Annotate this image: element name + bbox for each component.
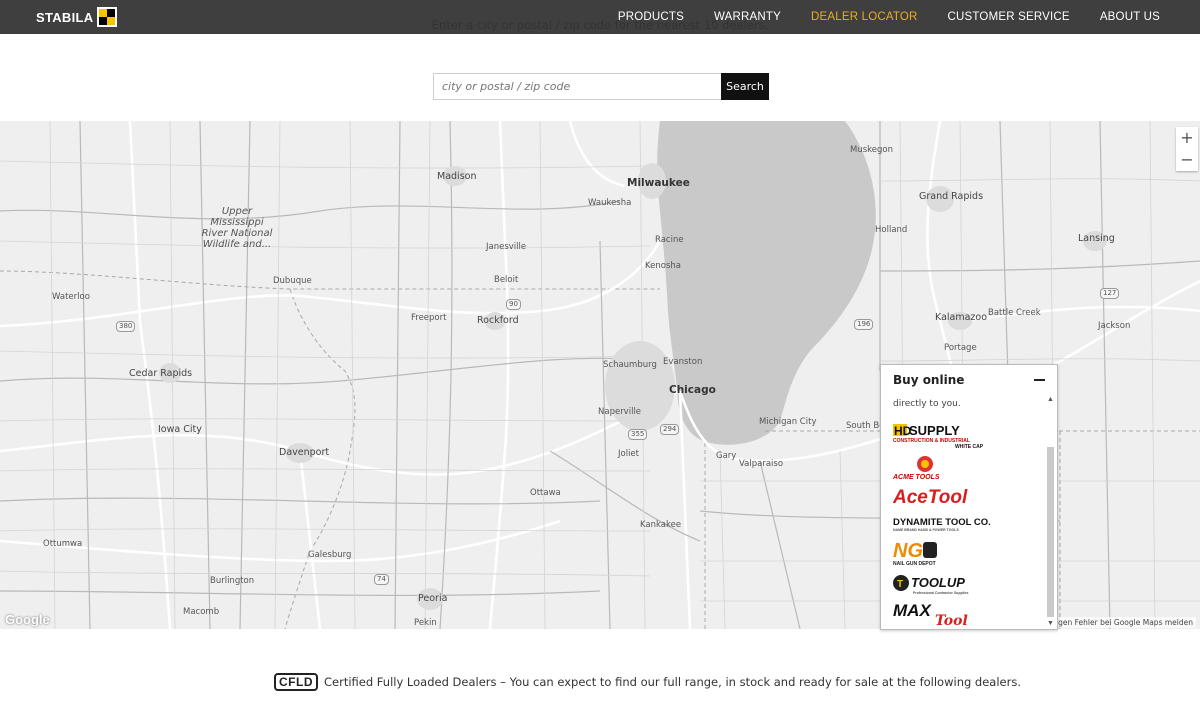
buy-online-panel: Buy online directly to you. HD SUPPLY CO… (880, 364, 1058, 630)
map-label-galesburg: Galesburg (308, 550, 352, 560)
lake-michigan (657, 121, 876, 445)
map-label-madison: Madison (437, 171, 477, 182)
map-label-macomb: Macomb (183, 607, 220, 617)
map-label-burlington: Burlington (210, 576, 255, 586)
map-label-schaumburg: Schaumburg (603, 360, 657, 370)
map-label-pekin: Pekin (414, 618, 437, 628)
map-zoom-control: + − (1176, 127, 1198, 171)
map-label-iowa-city: Iowa City (158, 424, 202, 435)
search-form: Search (433, 73, 769, 100)
nail-gun-depot-logo-icon: NG NAIL GUN DEPOT (893, 540, 937, 567)
svg-text:T: T (897, 579, 903, 590)
route-shield: 294 (660, 424, 680, 435)
map-label-kenosha: Kenosha (645, 261, 681, 271)
svg-text:WHITE CAP: WHITE CAP (955, 444, 984, 449)
shop-logo-acme-tools[interactable]: ACME TOOLS (892, 455, 963, 486)
map-label-ottawa: Ottawa (530, 488, 561, 498)
svg-text:TOOLUP: TOOLUP (911, 575, 965, 590)
acetool-logo-icon: AceTool (892, 487, 968, 508)
route-shield: 90 (506, 299, 521, 310)
map-label-valparaiso: Valparaiso (739, 459, 784, 469)
shop-logo-max-tool[interactable]: MAX Tool (893, 599, 997, 629)
map-label-holland: Holland (875, 225, 908, 235)
map-label-chicago: Chicago (669, 384, 716, 396)
minimize-icon[interactable] (1034, 379, 1045, 381)
buy-online-title: Buy online (893, 373, 965, 387)
map-label-waterloo: Waterloo (52, 292, 90, 302)
location-search-input[interactable] (433, 73, 721, 100)
route-shield: 196 (854, 319, 874, 330)
shop-logo-dynamite-tool[interactable]: DYNAMITE TOOL CO. NAME BRAND HAND & POWE… (893, 515, 993, 538)
zoom-out-button[interactable]: − (1176, 149, 1198, 171)
map-label-wildlife-refuge: Upper Mississippi River National Wildlif… (201, 206, 273, 250)
cfld-logo-icon: CFLD (274, 673, 318, 691)
page: STABILA PRODUCTS WARRANTY DEALER LOCATOR… (0, 0, 1200, 716)
map-label-naperville: Naperville (598, 407, 642, 417)
map-label-kalamazoo: Kalamazoo (935, 312, 988, 323)
scroll-thumb[interactable] (1047, 447, 1054, 617)
map-label-lansing: Lansing (1078, 233, 1115, 244)
zoom-in-button[interactable]: + (1176, 127, 1198, 149)
buy-online-text: directly to you. (893, 399, 961, 409)
svg-text:Tool: Tool (935, 613, 968, 629)
shop-logo-acetool[interactable]: AceTool (892, 485, 983, 514)
map-label-peoria: Peoria (418, 593, 448, 604)
map-label-joliet: Joliet (618, 449, 639, 459)
toolup-logo-icon: T TOOLUP Professional Contractor Supplie… (893, 575, 968, 595)
svg-text:NG: NG (893, 540, 923, 562)
map-label-davenport: Davenport (279, 447, 330, 458)
map-label-portage: Portage (944, 343, 977, 353)
svg-text:SUPPLY: SUPPLY (909, 423, 960, 438)
cfld-description: Certified Fully Loaded Dealers – You can… (324, 675, 1022, 689)
scroll-up-icon[interactable]: ▲ (1047, 395, 1054, 405)
buy-online-list[interactable]: directly to you. HD SUPPLY CONSTRUCTION … (881, 393, 1057, 629)
dynamite-tool-logo-icon: DYNAMITE TOOL CO. NAME BRAND HAND & POWE… (893, 517, 991, 532)
map-label-cedar-rapids: Cedar Rapids (129, 368, 193, 379)
buy-online-scrollbar[interactable]: ▲ ▼ (1047, 395, 1054, 627)
svg-text:AceTool: AceTool (893, 487, 968, 508)
map-label-racine: Racine (655, 235, 684, 245)
shop-logo-toolup[interactable]: T TOOLUP Professional Contractor Supplie… (893, 573, 973, 600)
route-shield: 355 (628, 429, 648, 440)
map-label-beloit: Beloit (494, 275, 519, 285)
search-intro-text: Enter a city or postal / zip code for th… (431, 18, 769, 32)
map-label-waukesha: Waukesha (588, 198, 632, 208)
search-button[interactable]: Search (721, 73, 769, 100)
map-label-evanston: Evanston (663, 357, 703, 367)
map-label-milwaukee: Milwaukee (627, 177, 690, 189)
map-label-jackson: Jackson (1098, 321, 1131, 331)
shop-logo-hd-supply[interactable]: HD SUPPLY CONSTRUCTION & INDUSTRIAL WHIT… (893, 423, 989, 454)
google-logo: Google (5, 612, 50, 627)
map-label-grand-rapids: Grand Rapids (919, 191, 984, 202)
map-label-muskegon: Muskegon (850, 145, 893, 155)
svg-text:ACME TOOLS: ACME TOOLS (893, 474, 940, 481)
route-shield: 127 (1100, 288, 1120, 299)
cfld-note: CFLD Certified Fully Loaded Dealers – Yo… (274, 673, 1021, 691)
svg-text:NAIL GUN DEPOT: NAIL GUN DEPOT (893, 561, 936, 567)
map-label-freeport: Freeport (411, 313, 447, 323)
map-label-michigan-city: Michigan City (759, 417, 817, 427)
svg-text:DYNAMITE TOOL CO.: DYNAMITE TOOL CO. (893, 517, 991, 528)
svg-text:NAME BRAND HAND & POWER TOOLS: NAME BRAND HAND & POWER TOOLS (893, 528, 959, 532)
route-shield: 74 (374, 574, 389, 585)
hd-supply-logo-icon: HD SUPPLY CONSTRUCTION & INDUSTRIAL WHIT… (893, 423, 984, 450)
map-label-dubuque: Dubuque (273, 276, 312, 286)
map-label-battle-creek: Battle Creek (988, 308, 1041, 318)
map-label-ottumwa: Ottumwa (43, 539, 83, 549)
acme-tools-logo-icon: ACME TOOLS (892, 456, 940, 481)
route-shield: 380 (116, 321, 136, 332)
max-tool-logo-icon: MAX Tool (893, 601, 968, 629)
shop-logo-nail-gun-depot[interactable]: NG NAIL GUN DEPOT (893, 539, 943, 572)
svg-text:Professional Contractor Suppli: Professional Contractor Supplies (913, 591, 968, 595)
map-label-rockford: Rockford (477, 315, 519, 326)
map-label-kankakee: Kankakee (640, 520, 682, 530)
map-label-janesville: Janesville (486, 242, 527, 252)
svg-text:MAX: MAX (893, 601, 932, 620)
map-label-gary: Gary (716, 451, 737, 461)
scroll-down-icon[interactable]: ▼ (1047, 620, 1054, 627)
